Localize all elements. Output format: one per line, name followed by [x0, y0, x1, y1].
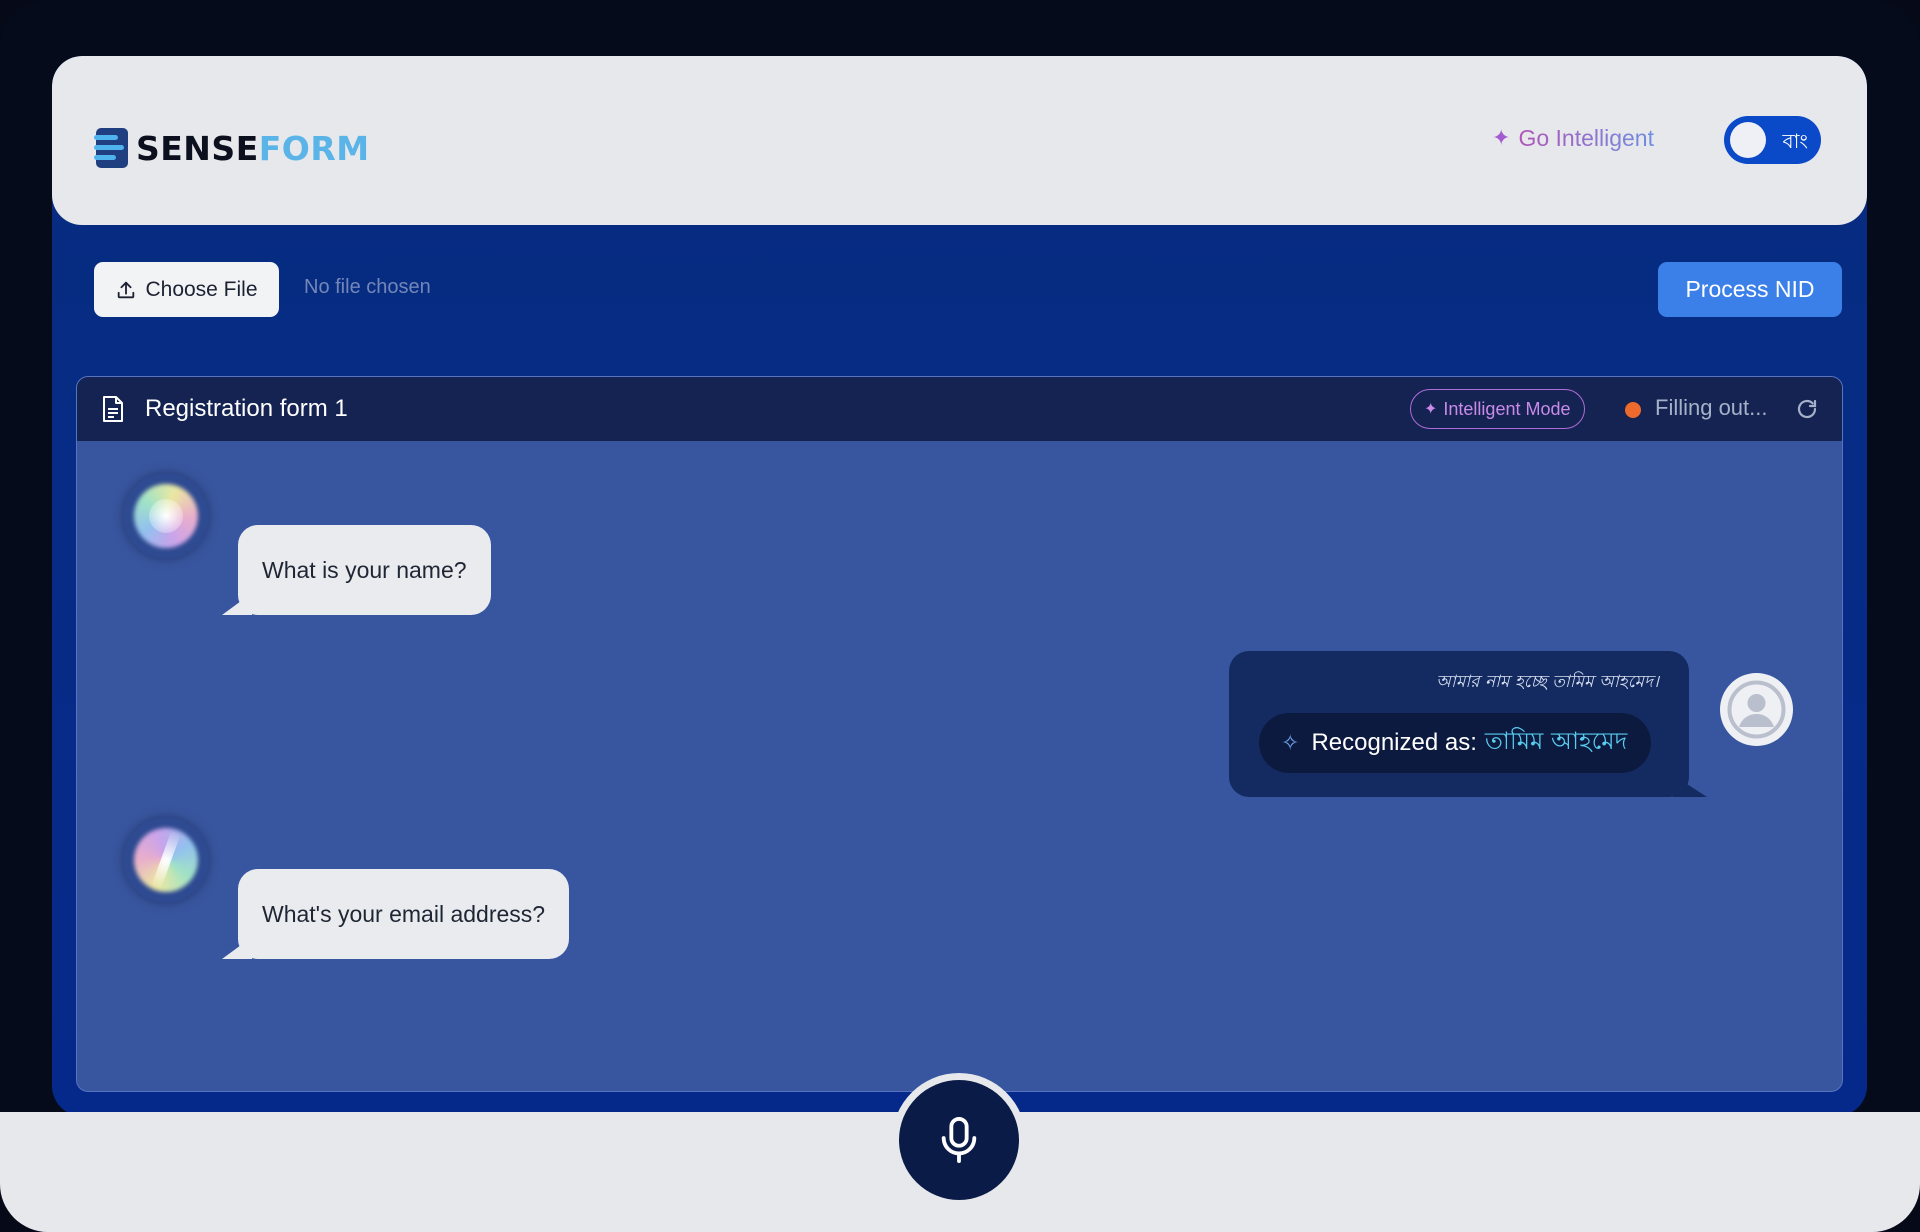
refresh-icon[interactable]: [1795, 397, 1819, 421]
go-intelligent-link[interactable]: ✦ Go Intelligent: [1492, 122, 1654, 154]
assistant-message-text: What is your name?: [262, 556, 467, 583]
assistant-avatar: [123, 817, 209, 903]
header: SENSEFORM ✦ Go Intelligent বাং: [52, 56, 1867, 225]
assistant-avatar: [123, 473, 209, 559]
sparkle-icon: ✧: [1281, 730, 1300, 755]
process-nid-button[interactable]: Process NID: [1658, 262, 1842, 317]
language-toggle-label: বাং: [1782, 129, 1808, 153]
form-panel-header: Registration form 1 ✦ Intelligent Mode F…: [77, 377, 1842, 441]
toggle-knob: [1730, 122, 1766, 158]
intelligent-mode-badge: ✦ Intelligent Mode: [1410, 389, 1585, 429]
form-panel: Registration form 1 ✦ Intelligent Mode F…: [76, 376, 1843, 1092]
recognized-value: তামিম আহমেদ: [1484, 727, 1628, 755]
assistant-message: What is your name?: [238, 525, 491, 615]
logo-text-form: FORM: [258, 128, 370, 168]
choose-file-label: Choose File: [145, 277, 258, 301]
go-intelligent-label: Go Intelligent: [1518, 124, 1654, 151]
recognized-pill: ✧ Recognized as: তামিম আহমেদ: [1259, 713, 1652, 773]
user-message: আমার নাম হচ্ছে তামিম আহমেদ। ✧ Recognized…: [1229, 651, 1689, 797]
recognized-label: Recognized as:: [1311, 729, 1477, 756]
logo-text: SENSEFORM: [136, 129, 370, 168]
assistant-message: What's your email address?: [238, 869, 570, 959]
logo: SENSEFORM: [94, 128, 370, 168]
status-text: Filling out...: [1655, 395, 1768, 420]
status-dot: [1625, 402, 1641, 418]
mode-badge-label: Intelligent Mode: [1443, 398, 1571, 419]
microphone-button[interactable]: [899, 1080, 1019, 1200]
sparkle-icon: ✦: [1492, 125, 1511, 150]
sparkle-icon: ✦: [1424, 401, 1438, 418]
logo-text-sense: SENSE: [136, 128, 259, 168]
microphone-icon: [941, 1117, 977, 1163]
user-icon: [1727, 680, 1786, 739]
user-transcript: আমার নাম হচ্ছে তামিম আহমেদ।: [1435, 672, 1659, 692]
choose-file-button[interactable]: Choose File: [94, 262, 279, 317]
form-title: Registration form 1: [145, 395, 348, 422]
app-window: SENSEFORM ✦ Go Intelligent বাং Choose Fi…: [52, 56, 1867, 1116]
user-avatar: [1720, 673, 1793, 746]
logo-icon: [94, 128, 128, 168]
file-status-text: No file chosen: [304, 276, 431, 298]
language-toggle[interactable]: বাং: [1724, 116, 1821, 164]
document-icon: [103, 396, 123, 422]
assistant-message-text: What's your email address?: [262, 900, 546, 927]
device-frame: SENSEFORM ✦ Go Intelligent বাং Choose Fi…: [0, 0, 1920, 1232]
upload-icon: [118, 281, 135, 298]
